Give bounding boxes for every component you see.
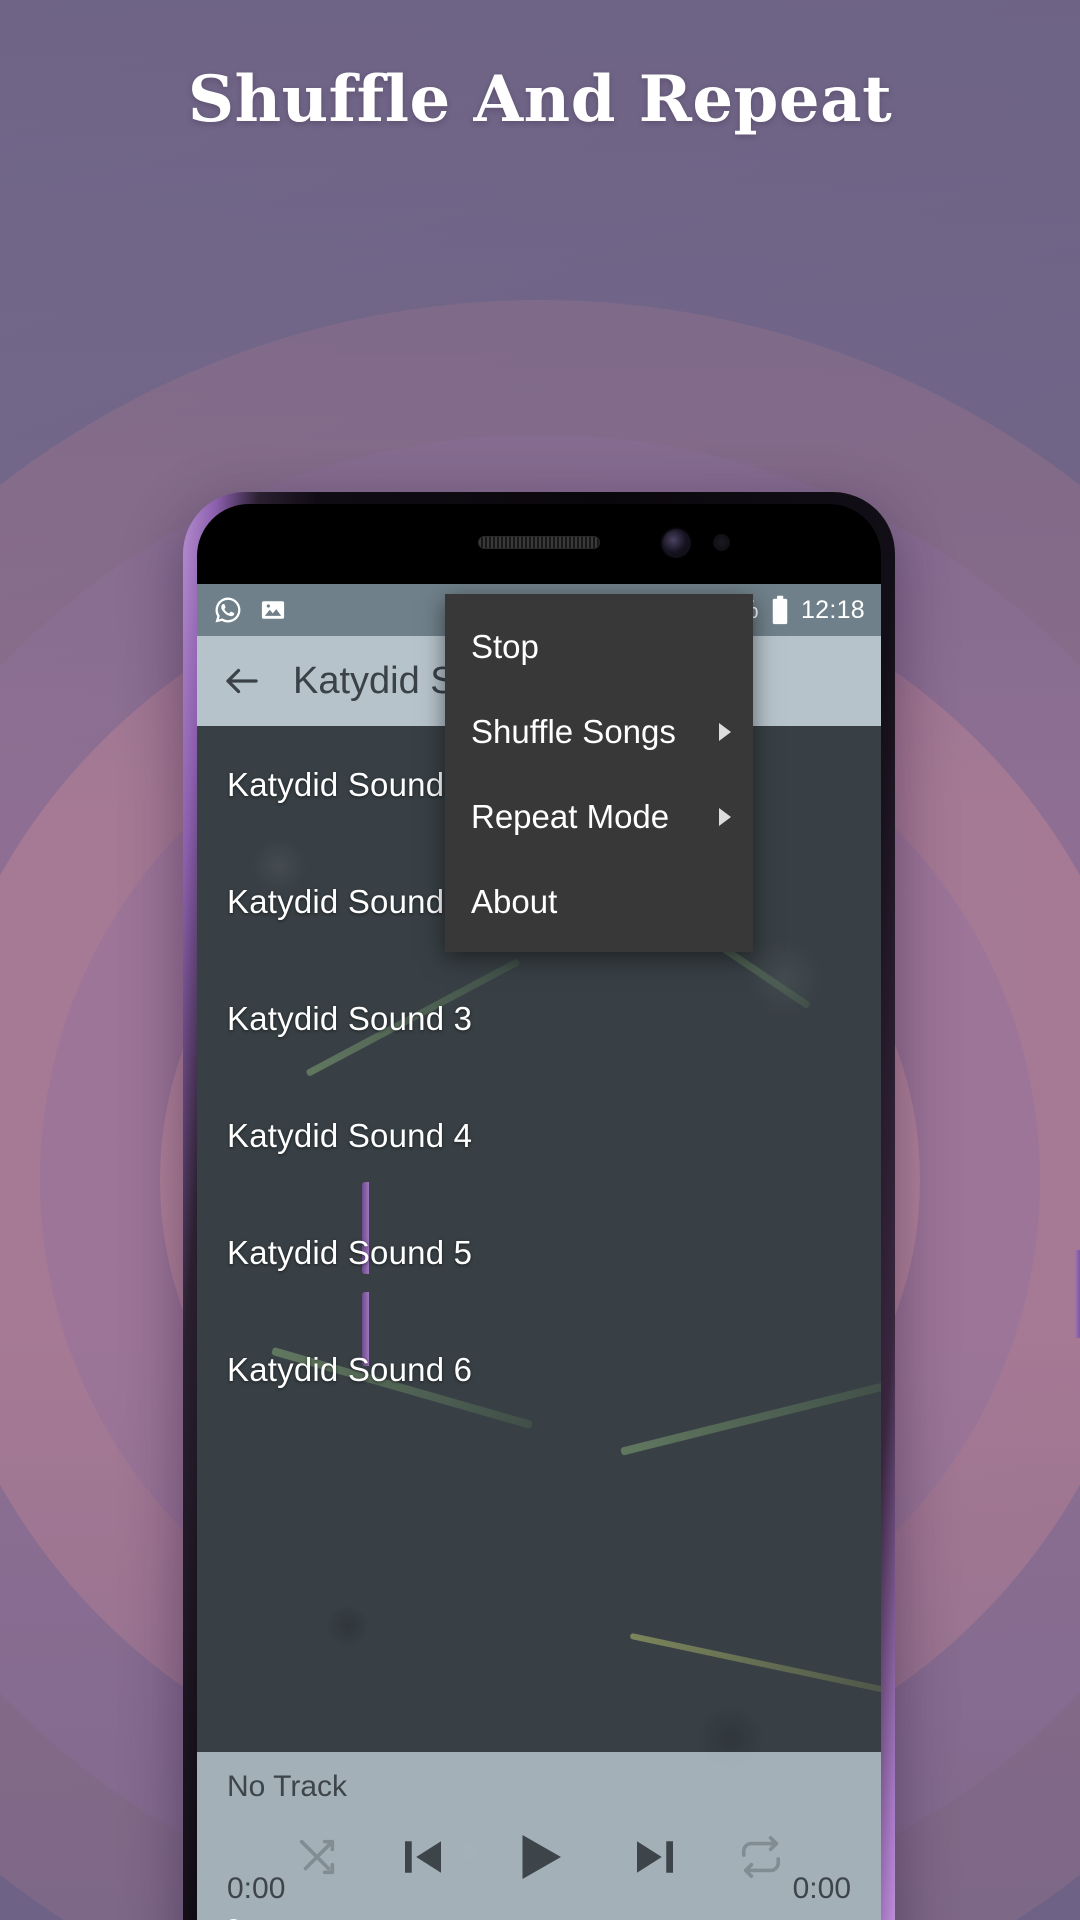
menu-item-label: About [471, 882, 558, 920]
menu-item-label: Shuffle Songs [471, 712, 676, 750]
phone-body: LTE LTE+ [197, 504, 881, 1920]
player-controls [197, 1824, 881, 1890]
overflow-menu[interactable]: Stop Shuffle Songs Repeat Mode About [445, 594, 753, 952]
list-item[interactable]: Katydid Sound 6 [197, 1311, 881, 1428]
repeat-icon[interactable] [738, 1834, 784, 1880]
clock-label: 12:18 [800, 595, 865, 624]
list-item-label: Katydid Sound 4 [227, 1116, 473, 1154]
shuffle-icon[interactable] [294, 1834, 340, 1880]
next-track-icon[interactable] [628, 1830, 682, 1884]
battery-icon [770, 595, 790, 625]
previous-track-icon[interactable] [396, 1830, 450, 1884]
menu-item-label: Repeat Mode [471, 797, 670, 835]
elapsed-time-label: 0:00 [227, 1872, 286, 1905]
list-item[interactable]: Katydid Sound 5 [197, 1194, 881, 1311]
list-item-label: Katydid Sound 5 [227, 1233, 473, 1271]
menu-item-stop[interactable]: Stop [445, 604, 753, 689]
total-time-label: 0:00 [792, 1872, 851, 1905]
chevron-right-icon [719, 807, 731, 826]
front-camera-icon [663, 530, 689, 556]
menu-item-shuffle-songs[interactable]: Shuffle Songs [445, 689, 753, 774]
power-button[interactable] [1075, 1250, 1080, 1338]
iris-sensor-icon [713, 534, 730, 551]
back-arrow-icon[interactable] [219, 658, 265, 704]
play-icon[interactable] [506, 1824, 572, 1890]
player-bar: No Track 0:00 0:00 [197, 1752, 881, 1920]
whatsapp-icon [213, 595, 243, 625]
menu-item-label: Stop [471, 627, 539, 665]
promo-headline: Shuffle And Repeat [187, 62, 893, 137]
chevron-right-icon [719, 722, 731, 741]
status-bar-notification-icons [213, 595, 287, 625]
list-item-label: Katydid Sound 3 [227, 999, 473, 1037]
menu-item-repeat-mode[interactable]: Repeat Mode [445, 774, 753, 859]
track-name-label: No Track [227, 1770, 348, 1803]
gallery-image-icon [259, 596, 287, 624]
list-item-label: Katydid Sound 2 [227, 882, 473, 920]
list-item-label: Katydid Sound 6 [227, 1350, 473, 1388]
phone-mockup: LTE LTE+ [183, 492, 1080, 1920]
phone-screen: LTE LTE+ [197, 584, 881, 1920]
menu-item-about[interactable]: About [445, 859, 753, 944]
list-item-label: Katydid Sound 1 [227, 765, 473, 803]
earpiece-speaker-icon [478, 536, 600, 549]
list-item[interactable]: Katydid Sound 4 [197, 1077, 881, 1194]
list-item[interactable]: Katydid Sound 3 [197, 960, 881, 1077]
